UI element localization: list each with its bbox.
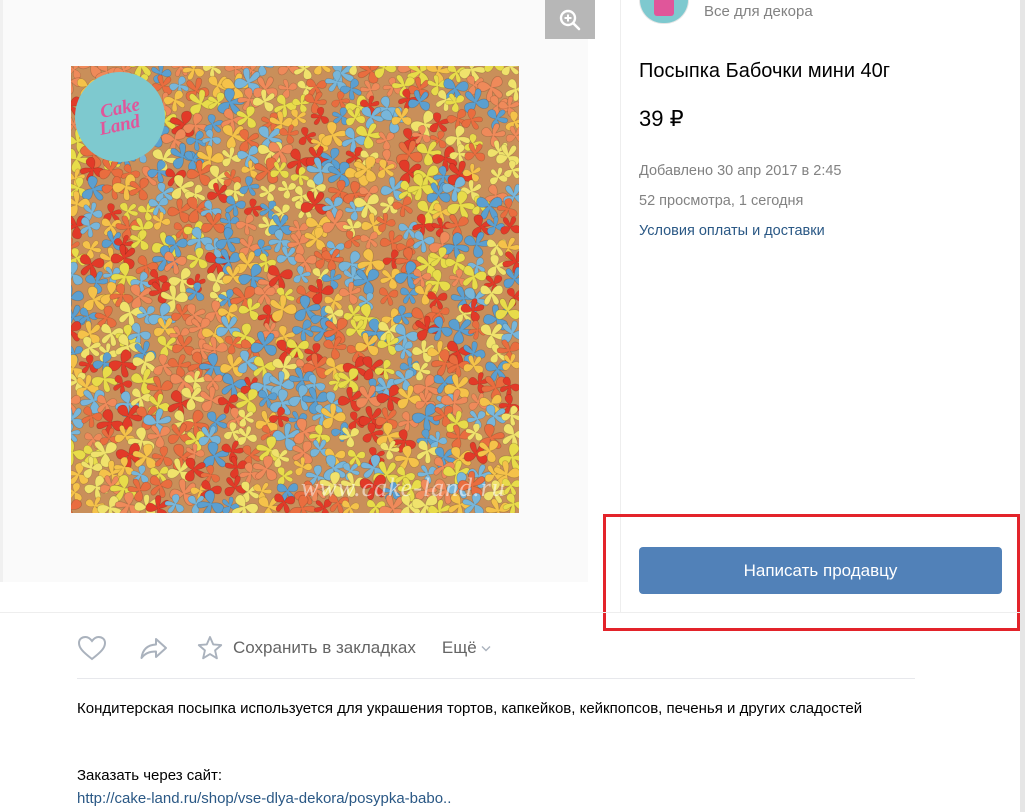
product-page: Cake Land www.cake-land.ru Все для декор… xyxy=(0,0,1025,812)
zoom-in-icon xyxy=(559,9,581,30)
cake-land-logo-icon xyxy=(654,0,674,16)
shop-avatar[interactable] xyxy=(639,0,689,24)
product-title: Посыпка Бабочки мини 40г xyxy=(639,60,891,82)
zoom-button[interactable] xyxy=(545,0,595,39)
shop-name[interactable]: Все для декора xyxy=(704,3,813,20)
order-label: Заказать через сайт: xyxy=(77,767,223,784)
product-price: 39 ₽ xyxy=(639,106,684,131)
share-arrow-icon[interactable] xyxy=(139,636,169,660)
image-watermark: www.cake-land.ru xyxy=(301,473,506,502)
view-count: 52 просмотра, 1 сегодня xyxy=(639,193,804,209)
bookmark-label: Сохранить в закладках xyxy=(233,638,416,657)
delivery-terms-link[interactable]: Условия оплаты и доставки xyxy=(639,223,825,239)
bookmark-button[interactable]: Сохранить в закладках xyxy=(197,635,416,661)
window-edge xyxy=(1020,0,1025,812)
more-label: Ещё xyxy=(441,638,477,657)
shop-row[interactable]: Все для декора xyxy=(639,0,813,24)
cake-land-logo: Cake Land xyxy=(75,72,165,162)
action-bar: Сохранить в закладках Ещё xyxy=(77,633,491,663)
added-date: Добавлено 30 апр 2017 в 2:45 xyxy=(639,163,842,179)
order-link[interactable]: http://cake-land.ru/shop/vse-dlya-dekora… xyxy=(77,790,451,807)
product-description: Кондитерская посыпка используется для ук… xyxy=(77,700,863,717)
message-seller-button[interactable]: Написать продавцу xyxy=(639,547,1002,594)
product-image[interactable]: Cake Land www.cake-land.ru xyxy=(71,66,519,513)
section-divider xyxy=(0,612,621,613)
description-divider xyxy=(77,678,915,679)
star-icon xyxy=(197,636,223,660)
section-divider-right xyxy=(621,612,1025,613)
chevron-down-icon xyxy=(481,645,491,651)
more-menu[interactable]: Ещё xyxy=(442,638,491,658)
heart-icon[interactable] xyxy=(77,635,107,661)
column-divider xyxy=(620,0,621,612)
